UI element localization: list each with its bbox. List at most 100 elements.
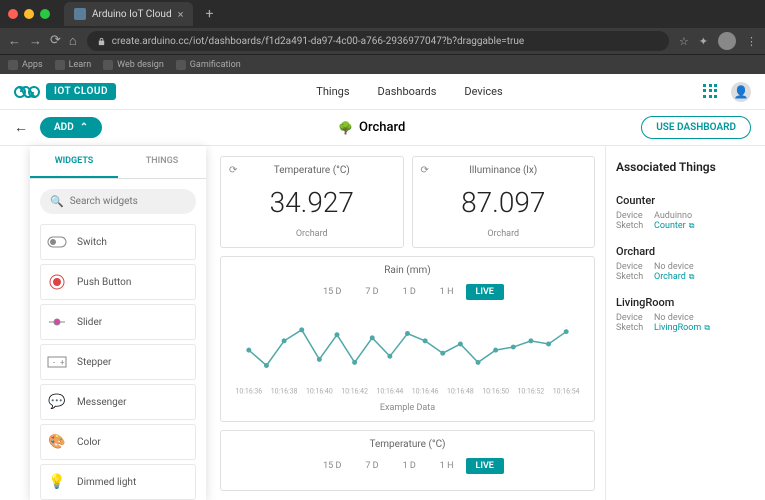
external-link-icon: ⧉ bbox=[704, 323, 710, 333]
forward-button[interactable]: → bbox=[29, 33, 42, 49]
star-icon[interactable]: ☆ bbox=[679, 35, 689, 48]
bookmark-learn[interactable]: Learn bbox=[55, 60, 92, 70]
use-dashboard-button[interactable]: USE DASHBOARD bbox=[641, 116, 751, 139]
widget-stepper[interactable]: -+Stepper bbox=[40, 344, 196, 380]
reload-icon[interactable]: ⟳ bbox=[421, 165, 429, 176]
tab-widgets[interactable]: WIDGETS bbox=[30, 146, 118, 178]
svg-text:10:16:48: 10:16:48 bbox=[447, 388, 474, 396]
device-value: Auduinno bbox=[654, 211, 692, 221]
range-15d[interactable]: 15 D bbox=[311, 284, 353, 300]
widget-dimmedlight[interactable]: 💡Dimmed light bbox=[40, 464, 196, 500]
nav-things[interactable]: Things bbox=[316, 85, 349, 98]
range-1d[interactable]: 1 D bbox=[391, 284, 428, 300]
range-1h-2[interactable]: 1 H bbox=[428, 458, 466, 474]
search-field[interactable] bbox=[70, 196, 203, 207]
range-7d[interactable]: 7 D bbox=[353, 284, 390, 300]
widget-slider[interactable]: Slider bbox=[40, 304, 196, 340]
app-header: IOT CLOUD Things Dashboards Devices 👤 bbox=[0, 74, 765, 110]
svg-text:10:16:50: 10:16:50 bbox=[482, 388, 509, 396]
url-text: create.arduino.cc/iot/dashboards/f1d2a49… bbox=[112, 36, 524, 47]
example-label: Example Data bbox=[229, 403, 586, 413]
folder-icon bbox=[103, 60, 113, 70]
folder-icon bbox=[55, 60, 65, 70]
time-range-selector: 15 D 7 D 1 D 1 H LIVE bbox=[229, 284, 586, 300]
reload-icon[interactable]: ⟳ bbox=[229, 165, 237, 176]
folder-icon bbox=[176, 60, 186, 70]
widget-list: Switch Push Button Slider -+Stepper 💬Mes… bbox=[30, 224, 206, 500]
stepper-icon: -+ bbox=[47, 354, 67, 370]
svg-text:10:16:42: 10:16:42 bbox=[341, 388, 368, 396]
illuminance-card[interactable]: ⟳Illuminance (lx) 87.097 Orchard bbox=[412, 156, 596, 248]
profile-avatar[interactable] bbox=[718, 32, 736, 50]
toolbar: ← ADD⌃ 🌳 Orchard USE DASHBOARD bbox=[0, 110, 765, 146]
time-range-selector-2: 15 D 7 D 1 D 1 H LIVE bbox=[229, 458, 586, 474]
window-controls[interactable] bbox=[8, 9, 50, 19]
nav-devices[interactable]: Devices bbox=[464, 85, 502, 98]
range-15d-2[interactable]: 15 D bbox=[311, 458, 353, 474]
search-widgets-input[interactable]: 🔍 bbox=[40, 189, 196, 214]
logo[interactable]: IOT CLOUD bbox=[14, 83, 116, 100]
svg-text:10:16:46: 10:16:46 bbox=[412, 388, 439, 396]
thing-name: Orchard bbox=[616, 245, 755, 258]
close-tab-icon[interactable]: × bbox=[178, 8, 184, 21]
temp-chart-card[interactable]: Temperature (°C) 15 D 7 D 1 D 1 H LIVE bbox=[220, 430, 595, 491]
temperature-value: 34.927 bbox=[229, 186, 395, 219]
svg-text:10:16:52: 10:16:52 bbox=[518, 388, 545, 396]
main-nav: Things Dashboards Devices bbox=[316, 85, 502, 98]
svg-text:10:16:44: 10:16:44 bbox=[376, 388, 403, 396]
extensions-icon[interactable]: ✦ bbox=[699, 35, 708, 48]
widget-panel: WIDGETS THINGS 🔍 Switch Push Button Slid… bbox=[30, 146, 206, 500]
back-button[interactable]: ← bbox=[8, 33, 21, 49]
illuminance-source: Orchard bbox=[421, 229, 587, 239]
browser-tab[interactable]: Arduino IoT Cloud × bbox=[64, 2, 193, 26]
page-title: 🌳 Orchard bbox=[338, 120, 405, 135]
thing-name: LivingRoom bbox=[616, 296, 755, 309]
range-live-2[interactable]: LIVE bbox=[466, 458, 504, 474]
range-live[interactable]: LIVE bbox=[466, 284, 504, 300]
tree-icon: 🌳 bbox=[338, 121, 353, 135]
apps-menu-icon[interactable] bbox=[703, 84, 719, 100]
thing-block: LivingRoom DeviceNo device SketchLivingR… bbox=[616, 296, 755, 333]
illuminance-value: 87.097 bbox=[421, 186, 587, 219]
add-button[interactable]: ADD⌃ bbox=[40, 117, 102, 138]
range-1d-2[interactable]: 1 D bbox=[391, 458, 428, 474]
reload-button[interactable]: ⟳ bbox=[50, 33, 61, 49]
bookmark-gamification[interactable]: Gamification bbox=[176, 60, 241, 70]
home-button[interactable]: ⌂ bbox=[69, 33, 77, 49]
bookmark-apps[interactable]: Apps bbox=[8, 60, 43, 70]
range-1h[interactable]: 1 H bbox=[428, 284, 466, 300]
bookmarks-bar: Apps Learn Web design Gamification bbox=[0, 54, 765, 74]
svg-text:10:16:54: 10:16:54 bbox=[553, 388, 580, 396]
maximize-window-icon[interactable] bbox=[40, 9, 50, 19]
minimize-window-icon[interactable] bbox=[24, 9, 34, 19]
sketch-link[interactable]: LivingRoom ⧉ bbox=[654, 323, 710, 333]
widget-switch[interactable]: Switch bbox=[40, 224, 196, 260]
associated-things-sidebar: Associated Things Counter DeviceAuduinno… bbox=[605, 146, 765, 500]
apps-icon bbox=[8, 60, 18, 70]
menu-icon[interactable]: ⋮ bbox=[746, 35, 757, 48]
close-window-icon[interactable] bbox=[8, 9, 18, 19]
rain-chart-card[interactable]: Rain (mm) 15 D 7 D 1 D 1 H LIVE 10:16:36… bbox=[220, 256, 595, 422]
user-avatar[interactable]: 👤 bbox=[731, 82, 751, 102]
bookmark-webdesign[interactable]: Web design bbox=[103, 60, 164, 70]
new-tab-button[interactable]: + bbox=[197, 6, 221, 22]
nav-dashboards[interactable]: Dashboards bbox=[378, 85, 437, 98]
svg-text:-: - bbox=[53, 358, 56, 367]
sketch-link[interactable]: Orchard ⧉ bbox=[654, 272, 694, 282]
temperature-card[interactable]: ⟳Temperature (°C) 34.927 Orchard bbox=[220, 156, 404, 248]
url-input[interactable]: create.arduino.cc/iot/dashboards/f1d2a49… bbox=[87, 31, 669, 51]
widget-color[interactable]: 🎨Color bbox=[40, 424, 196, 460]
device-value: No device bbox=[654, 313, 694, 323]
widget-pushbutton[interactable]: Push Button bbox=[40, 264, 196, 300]
logo-text: IOT CLOUD bbox=[46, 83, 116, 100]
tab-title: Arduino IoT Cloud bbox=[92, 9, 172, 20]
tab-things[interactable]: THINGS bbox=[118, 146, 206, 178]
back-arrow-button[interactable]: ← bbox=[14, 119, 28, 136]
range-7d-2[interactable]: 7 D bbox=[353, 458, 390, 474]
sketch-label: Sketch bbox=[616, 272, 650, 282]
widget-messenger[interactable]: 💬Messenger bbox=[40, 384, 196, 420]
chart-title-2: Temperature (°C) bbox=[229, 439, 586, 450]
sketch-link[interactable]: Counter ⧉ bbox=[654, 221, 694, 231]
chevron-up-icon: ⌃ bbox=[80, 122, 88, 133]
sidebar-title: Associated Things bbox=[616, 160, 755, 174]
